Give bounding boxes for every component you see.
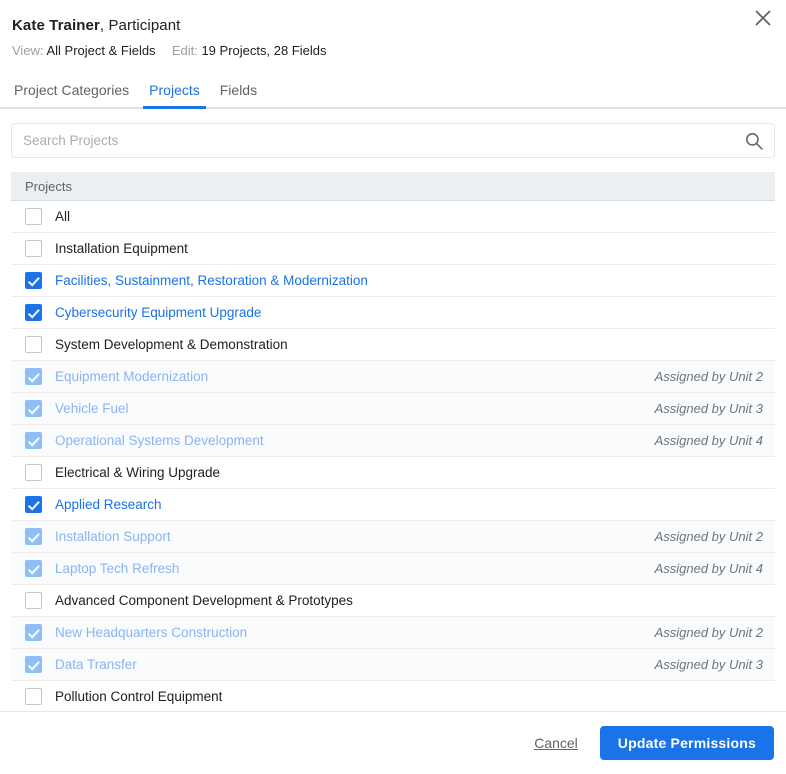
row-assignment-note: Assigned by Unit 3 [654, 401, 763, 416]
table-row[interactable]: Cybersecurity Equipment Upgrade [11, 297, 775, 329]
table-row: Data Transfer Assigned by Unit 3 [11, 649, 775, 681]
row-label: Electrical & Wiring Upgrade [55, 465, 221, 480]
table-row: Vehicle Fuel Assigned by Unit 3 [11, 393, 775, 425]
tab-projects[interactable]: Projects [139, 76, 210, 109]
tab-project-categories[interactable]: Project Categories [4, 76, 139, 107]
row-assignment-note: Assigned by Unit 2 [654, 529, 763, 544]
tab-bar: Project Categories Projects Fields [0, 76, 786, 109]
row-label: Laptop Tech Refresh [55, 561, 180, 576]
table-row[interactable]: All [11, 201, 775, 233]
row-checkbox[interactable] [25, 688, 42, 705]
row-label: Equipment Modernization [55, 369, 209, 384]
row-checkbox [25, 368, 42, 385]
list-column-header-label: Projects [25, 178, 72, 194]
table-row[interactable]: Facilities, Sustainment, Restoration & M… [11, 265, 775, 297]
row-label: Operational Systems Development [55, 433, 264, 448]
view-value: All Project & Fields [46, 43, 156, 58]
person-role: , Participant [99, 17, 181, 34]
edit-label: Edit: [171, 43, 198, 58]
row-label: Facilities, Sustainment, Restoration & M… [55, 273, 368, 288]
table-row: New Headquarters Construction Assigned by… [11, 617, 775, 649]
row-checkbox [25, 432, 42, 449]
list-column-header: Projects [11, 172, 775, 201]
row-checkbox [25, 656, 42, 673]
row-checkbox[interactable] [25, 208, 42, 225]
row-label: Applied Research [55, 497, 162, 512]
row-label: Pollution Control Equipment [55, 689, 223, 704]
table-row[interactable]: Electrical & Wiring Upgrade [11, 457, 775, 489]
row-checkbox[interactable] [25, 272, 42, 289]
search-area [0, 109, 786, 158]
table-row[interactable]: Installation Equipment [11, 233, 775, 265]
row-label: All [55, 209, 71, 224]
table-row[interactable]: System Development & Demonstration [11, 329, 775, 361]
row-assignment-note: Assigned by Unit 3 [654, 657, 763, 672]
project-rows: All Installation Equipment Facilities, Sus… [11, 201, 775, 711]
row-label: Cybersecurity Equipment Upgrade [55, 305, 262, 320]
row-checkbox[interactable] [25, 496, 42, 513]
row-checkbox [25, 400, 42, 417]
view-label: View: [12, 43, 44, 58]
row-label: New Headquarters Construction [55, 625, 248, 640]
search-box[interactable] [11, 123, 775, 158]
table-row: Operational Systems Development Assigned … [11, 425, 775, 457]
row-label: Advanced Component Development & Prototy… [55, 593, 353, 608]
row-checkbox[interactable] [25, 240, 42, 257]
row-label: Vehicle Fuel [55, 401, 129, 416]
table-row[interactable]: Advanced Component Development & Prototy… [11, 585, 775, 617]
projects-list: Projects All Installation Equipment Facili… [11, 172, 775, 711]
row-checkbox[interactable] [25, 304, 42, 321]
page-title: Kate Trainer, Participant [12, 16, 774, 36]
row-label: Installation Equipment [55, 241, 188, 256]
close-icon[interactable] [748, 3, 778, 33]
table-row: Equipment Modernization Assigned by Unit … [11, 361, 775, 393]
search-input[interactable] [12, 124, 774, 157]
table-row: Laptop Tech Refresh Assigned by Unit 4 [11, 553, 775, 585]
row-label: Data Transfer [55, 657, 137, 672]
row-assignment-note: Assigned by Unit 2 [654, 625, 763, 640]
table-row: Installation Support Assigned by Unit 2 [11, 521, 775, 553]
row-checkbox[interactable] [25, 336, 42, 353]
update-permissions-button[interactable]: Update Permissions [599, 726, 774, 760]
row-label: System Development & Demonstration [55, 337, 288, 352]
cancel-button[interactable]: Cancel [534, 735, 578, 751]
row-checkbox[interactable] [25, 592, 42, 609]
row-assignment-note: Assigned by Unit 2 [654, 369, 763, 384]
permissions-dialog: Kate Trainer, Participant View: All Proj… [0, 0, 786, 774]
row-assignment-note: Assigned by Unit 4 [654, 561, 763, 576]
row-checkbox [25, 528, 42, 545]
table-row[interactable]: Pollution Control Equipment [11, 681, 775, 711]
dialog-footer: Cancel Update Permissions [0, 711, 786, 774]
row-assignment-note: Assigned by Unit 4 [654, 433, 763, 448]
table-row[interactable]: Applied Research [11, 489, 775, 521]
dialog-header: Kate Trainer, Participant View: All Proj… [0, 0, 786, 60]
permissions-summary: View: All Project & Fields Edit: 19 Proj… [12, 42, 774, 60]
row-checkbox [25, 560, 42, 577]
tab-fields[interactable]: Fields [210, 76, 267, 107]
edit-value: 19 Projects, 28 Fields [201, 43, 327, 58]
row-checkbox[interactable] [25, 464, 42, 481]
person-name: Kate Trainer [12, 17, 100, 34]
row-label: Installation Support [55, 529, 171, 544]
row-checkbox [25, 624, 42, 641]
search-icon[interactable] [744, 131, 764, 151]
